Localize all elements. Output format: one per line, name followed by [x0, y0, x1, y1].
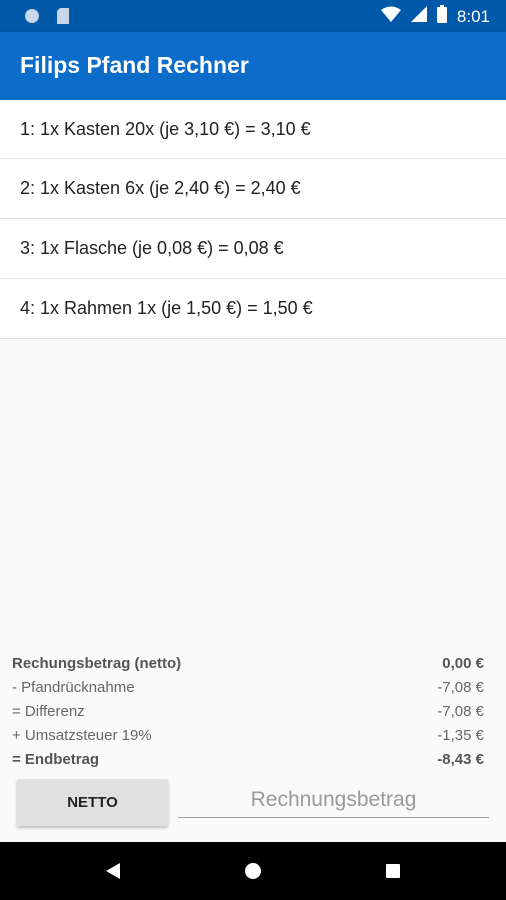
list-item-text: 4: 1x Rahmen 1x (je 1,50 €) = 1,50 € [20, 298, 313, 318]
summary-value: -7,08 € [437, 679, 484, 696]
summary-value: -7,08 € [437, 703, 484, 720]
recents-icon[interactable] [381, 859, 405, 883]
list-item[interactable]: 3: 1x Flasche (je 0,08 €) = 0,08 € [0, 219, 506, 279]
summary-label: = Differenz [12, 703, 85, 720]
netto-button[interactable]: NETTO [17, 779, 168, 826]
summary-row-total: = Endbetrag -8,43 € [12, 748, 484, 772]
summary-row-net: Rechungsbetrag (netto) 0,00 € [12, 652, 484, 676]
list-item-text: 2: 1x Kasten 6x (je 2,40 €) = 2,40 € [20, 178, 301, 198]
battery-icon [436, 5, 447, 28]
status-time: 8:01 [456, 6, 490, 26]
summary-label: Rechungsbetrag (netto) [12, 655, 182, 672]
summary-label: - Pfandrücknahme [12, 679, 135, 696]
invoice-amount-input[interactable] [178, 782, 489, 818]
cell-signal-icon [410, 6, 427, 27]
wifi-icon [380, 6, 401, 27]
list-item[interactable]: 1: 1x Kasten 20x (je 3,10 €) = 3,10 € [0, 100, 506, 159]
sd-card-icon [56, 8, 70, 29]
list-item[interactable]: 2: 1x Kasten 6x (je 2,40 €) = 2,40 € [0, 159, 506, 219]
summary-row-vat: + Umsatzsteuer 19% -1,35 € [12, 724, 484, 748]
app-title: Filips Pfand Rechner [20, 52, 249, 78]
list-item-text: 1: 1x Kasten 20x (je 3,10 €) = 3,10 € [20, 118, 311, 139]
summary-value: -8,43 € [437, 751, 484, 768]
back-icon[interactable] [101, 859, 125, 883]
summary-label: = Endbetrag [12, 751, 100, 768]
summary-label: + Umsatzsteuer 19% [12, 727, 152, 744]
app-bar: Filips Pfand Rechner [0, 32, 506, 100]
item-list: 1: 1x Kasten 20x (je 3,10 €) = 3,10 € 2:… [0, 100, 506, 339]
home-icon[interactable] [241, 859, 265, 883]
status-bar: 8:01 [0, 0, 506, 32]
list-item[interactable]: 4: 1x Rahmen 1x (je 1,50 €) = 1,50 € [0, 279, 506, 339]
list-item-text: 3: 1x Flasche (je 0,08 €) = 0,08 € [20, 238, 284, 258]
summary-value: -1,35 € [437, 727, 484, 744]
summary-panel: Rechungsbetrag (netto) 0,00 € - Pfandrüc… [12, 652, 484, 772]
notification-dot-icon [24, 8, 40, 29]
navigation-bar [0, 842, 506, 900]
summary-row-difference: = Differenz -7,08 € [12, 700, 484, 724]
summary-row-deposit-return: - Pfandrücknahme -7,08 € [12, 676, 484, 700]
summary-value: 0,00 € [442, 655, 484, 672]
